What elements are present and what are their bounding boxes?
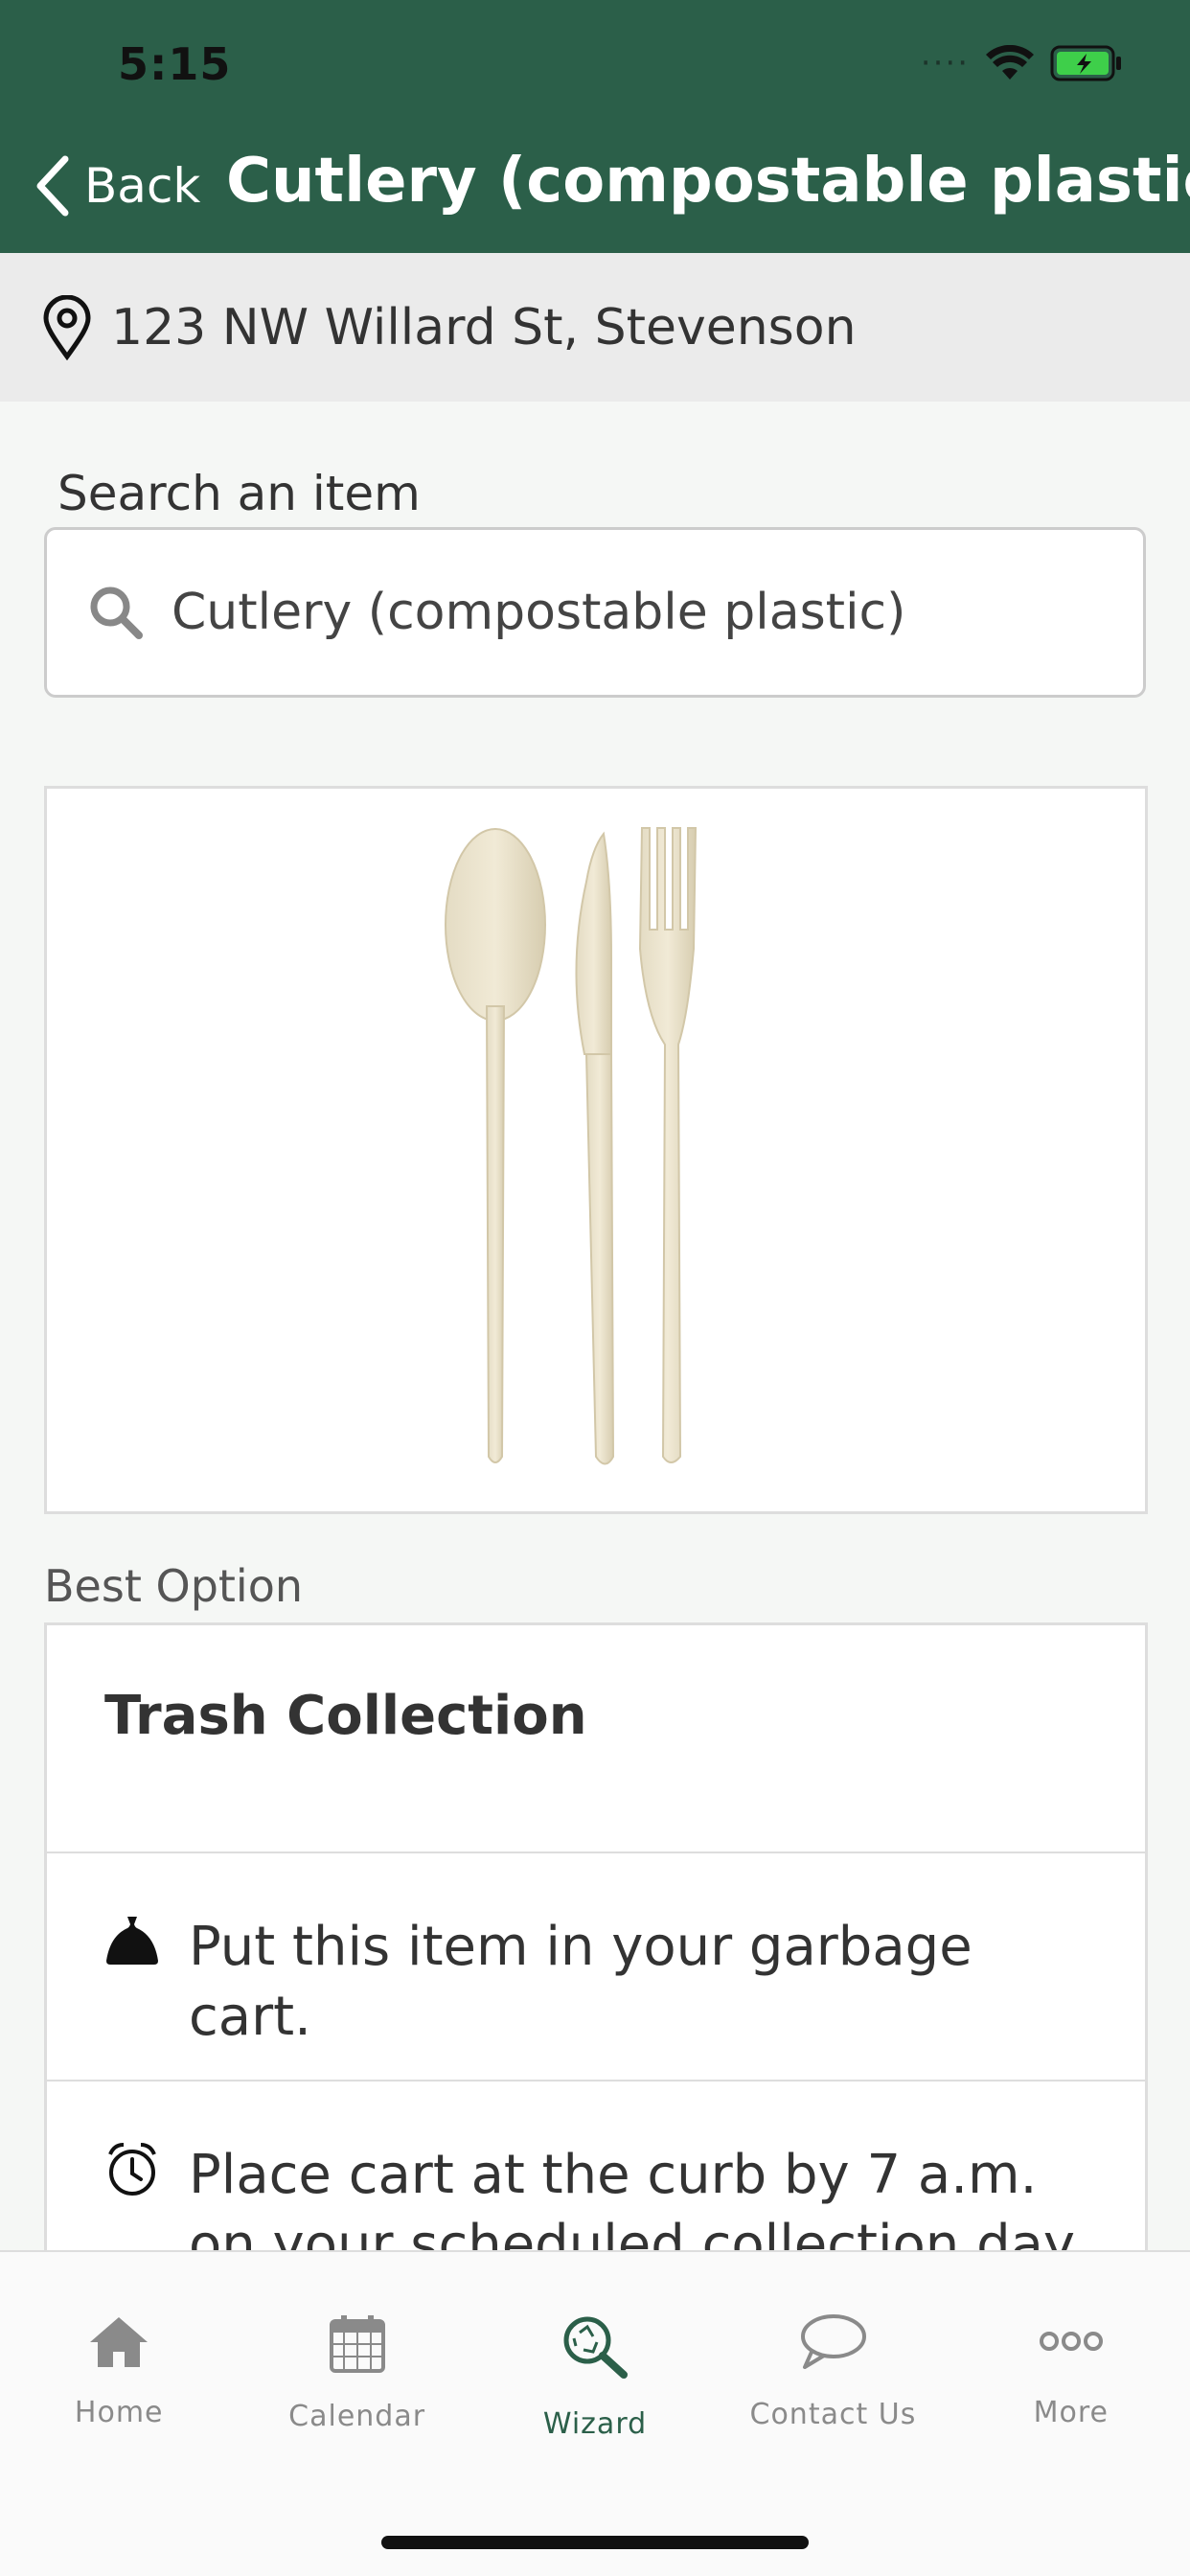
item-image (44, 786, 1148, 1514)
home-indicator (381, 2536, 809, 2549)
search-label: Search an item (57, 466, 421, 521)
signal-icon: ···· (920, 44, 970, 82)
best-option-label: Best Option (44, 1560, 304, 1612)
tab-wizard-label: Wizard (542, 2407, 648, 2441)
page-title: Cutlery (compostable plastic) (226, 146, 1190, 217)
search-box[interactable] (44, 527, 1146, 698)
chevron-left-icon (36, 155, 69, 217)
tab-contact-us[interactable]: Contact Us (714, 2252, 951, 2482)
tab-calendar[interactable]: Calendar (238, 2252, 475, 2482)
home-icon (90, 2317, 149, 2367)
tab-more[interactable]: More (952, 2252, 1190, 2482)
tab-home[interactable]: Home (0, 2252, 238, 2482)
nav-header: 5:15 ···· Back Cutlery (compostable plas… (0, 0, 1190, 253)
address-text: 123 NW Willard St, Stevenson (111, 298, 857, 356)
instruction-text: Put this item in your garbage cart. (189, 1916, 973, 2048)
search-input[interactable] (172, 584, 1082, 641)
alarm-clock-icon (108, 2143, 156, 2196)
location-pin-icon (43, 294, 91, 360)
wifi-icon (986, 45, 1034, 80)
tab-bar: Home Calendar Wizard Contact Us More (0, 2250, 1190, 2576)
garbage-bag-icon (106, 1917, 158, 1965)
status-time: 5:15 (118, 38, 232, 90)
tab-contact-us-label: Contact Us (749, 2398, 917, 2431)
status-icons: ···· (921, 44, 1123, 82)
instruction-row: Put this item in your garbage cart. (47, 1853, 1145, 2082)
calendar-icon (329, 2315, 385, 2373)
tab-wizard[interactable]: Wizard (476, 2252, 714, 2482)
battery-icon (1050, 45, 1121, 81)
chat-bubble-icon (801, 2314, 867, 2369)
tab-more-label: More (1033, 2396, 1110, 2429)
option-title: Trash Collection (104, 1685, 587, 1747)
cutlery-image (445, 827, 698, 1465)
tab-calendar-label: Calendar (288, 2400, 426, 2433)
back-label: Back (84, 158, 201, 214)
option-card: Trash Collection Put this item in your g… (44, 1622, 1148, 2293)
back-button[interactable]: Back (33, 155, 200, 217)
wizard-search-icon (563, 2316, 629, 2379)
tab-home-label: Home (74, 2396, 164, 2429)
option-title-row: Trash Collection (47, 1625, 1145, 1853)
more-icon (1039, 2332, 1103, 2351)
address-bar[interactable]: 123 NW Willard St, Stevenson (0, 253, 1190, 402)
search-icon (90, 586, 143, 639)
